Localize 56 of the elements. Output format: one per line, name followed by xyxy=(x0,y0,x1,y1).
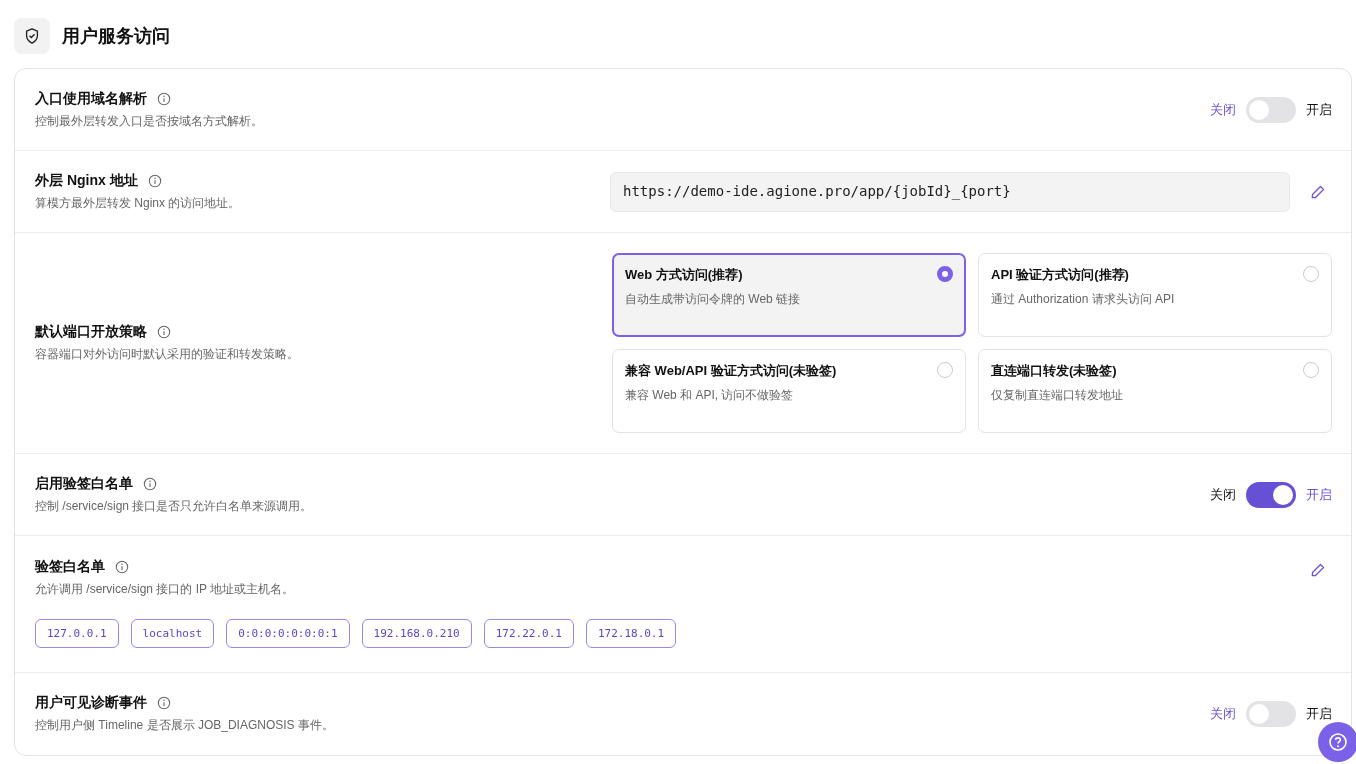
section-title: 用户服务访问 xyxy=(62,25,170,48)
tag: 192.168.0.210 xyxy=(361,619,472,648)
shield-icon xyxy=(14,18,50,54)
option-description: 通过 Authorization 请求头访问 API xyxy=(991,291,1175,308)
option-title: 直连端口转发(未验签) xyxy=(991,362,1118,380)
setting-description: 控制最外层转发入口是否按域名方式解析。 xyxy=(35,112,264,130)
info-icon[interactable] xyxy=(115,560,129,574)
toggle-switch[interactable] xyxy=(1246,701,1296,727)
option-card[interactable]: 直连端口转发(未验签) 仅复制直连端口转发地址 xyxy=(978,349,1332,433)
edit-icon[interactable] xyxy=(1310,562,1326,578)
setting-description: 控制 /service/sign 接口是否只允许白名单来源调用。 xyxy=(35,497,314,515)
on-label: 开启 xyxy=(1306,100,1332,119)
option-description: 仅复制直连端口转发地址 xyxy=(991,387,1123,404)
option-title: 兼容 Web/API 验证方式访问(未验签) xyxy=(625,362,837,380)
info-icon[interactable] xyxy=(157,91,171,106)
setting-description: 算模方最外层转发 Nginx 的访问地址。 xyxy=(35,194,242,212)
setting-label: 验签白名单 xyxy=(35,558,105,576)
setting-description: 允许调用 /service/sign 接口的 IP 地址或主机名。 xyxy=(35,581,296,598)
info-icon[interactable] xyxy=(147,173,162,188)
off-label: 关闭 xyxy=(1210,100,1236,119)
tag: 0:0:0:0:0:0:0:1 xyxy=(226,619,350,648)
info-icon[interactable] xyxy=(157,325,171,339)
setting-description: 容器端口对外访问时默认采用的验证和转发策略。 xyxy=(35,346,300,363)
tag: 127.0.0.1 xyxy=(35,619,119,648)
info-icon[interactable] xyxy=(143,476,157,491)
setting-label: 启用验签白名单 xyxy=(35,474,133,493)
off-label: 关闭 xyxy=(1210,705,1236,723)
radio-button[interactable] xyxy=(937,362,953,378)
help-button[interactable] xyxy=(1318,722,1356,762)
option-title: Web 方式访问(推荐) xyxy=(625,266,744,284)
on-label: 开启 xyxy=(1306,485,1332,504)
tag: 172.18.0.1 xyxy=(585,619,677,648)
radio-button[interactable] xyxy=(1303,266,1319,282)
setting-label: 入口使用域名解析 xyxy=(35,89,147,108)
tag: 172.22.0.1 xyxy=(483,619,574,648)
radio-button[interactable] xyxy=(1303,362,1319,378)
option-description: 兼容 Web 和 API, 访问不做验签 xyxy=(625,387,795,404)
info-icon[interactable] xyxy=(157,696,171,710)
on-label: 开启 xyxy=(1306,705,1332,723)
setting-label: 默认端口开放策略 xyxy=(35,323,147,341)
address-field[interactable]: https://demo-ide.agione.pro/app/{jobId}_{port} xyxy=(610,171,1290,212)
option-card[interactable]: API 验证方式访问(推荐) 通过 Authorization 请求头访问 API xyxy=(978,253,1332,337)
toggle-switch[interactable] xyxy=(1246,481,1296,508)
help-icon xyxy=(1328,732,1348,752)
option-title: API 验证方式访问(推荐) xyxy=(991,266,1130,284)
off-label: 关闭 xyxy=(1210,485,1236,504)
radio-button[interactable] xyxy=(937,266,953,282)
setting-label: 用户可见诊断事件 xyxy=(35,694,147,712)
setting-description: 控制用户侧 Timeline 是否展示 JOB_DIAGNOSIS 事件。 xyxy=(35,717,335,734)
tag: localhost xyxy=(130,619,215,648)
toggle-switch[interactable] xyxy=(1246,96,1296,123)
option-card[interactable]: Web 方式访问(推荐) 自动生成带访问令牌的 Web 链接 xyxy=(612,253,966,337)
setting-label: 外层 Nginx 地址 xyxy=(35,171,138,190)
option-card[interactable]: 兼容 Web/API 验证方式访问(未验签) 兼容 Web 和 API, 访问不做验签 xyxy=(612,349,966,433)
edit-icon[interactable] xyxy=(1310,183,1326,200)
option-description: 自动生成带访问令牌的 Web 链接 xyxy=(625,291,801,308)
